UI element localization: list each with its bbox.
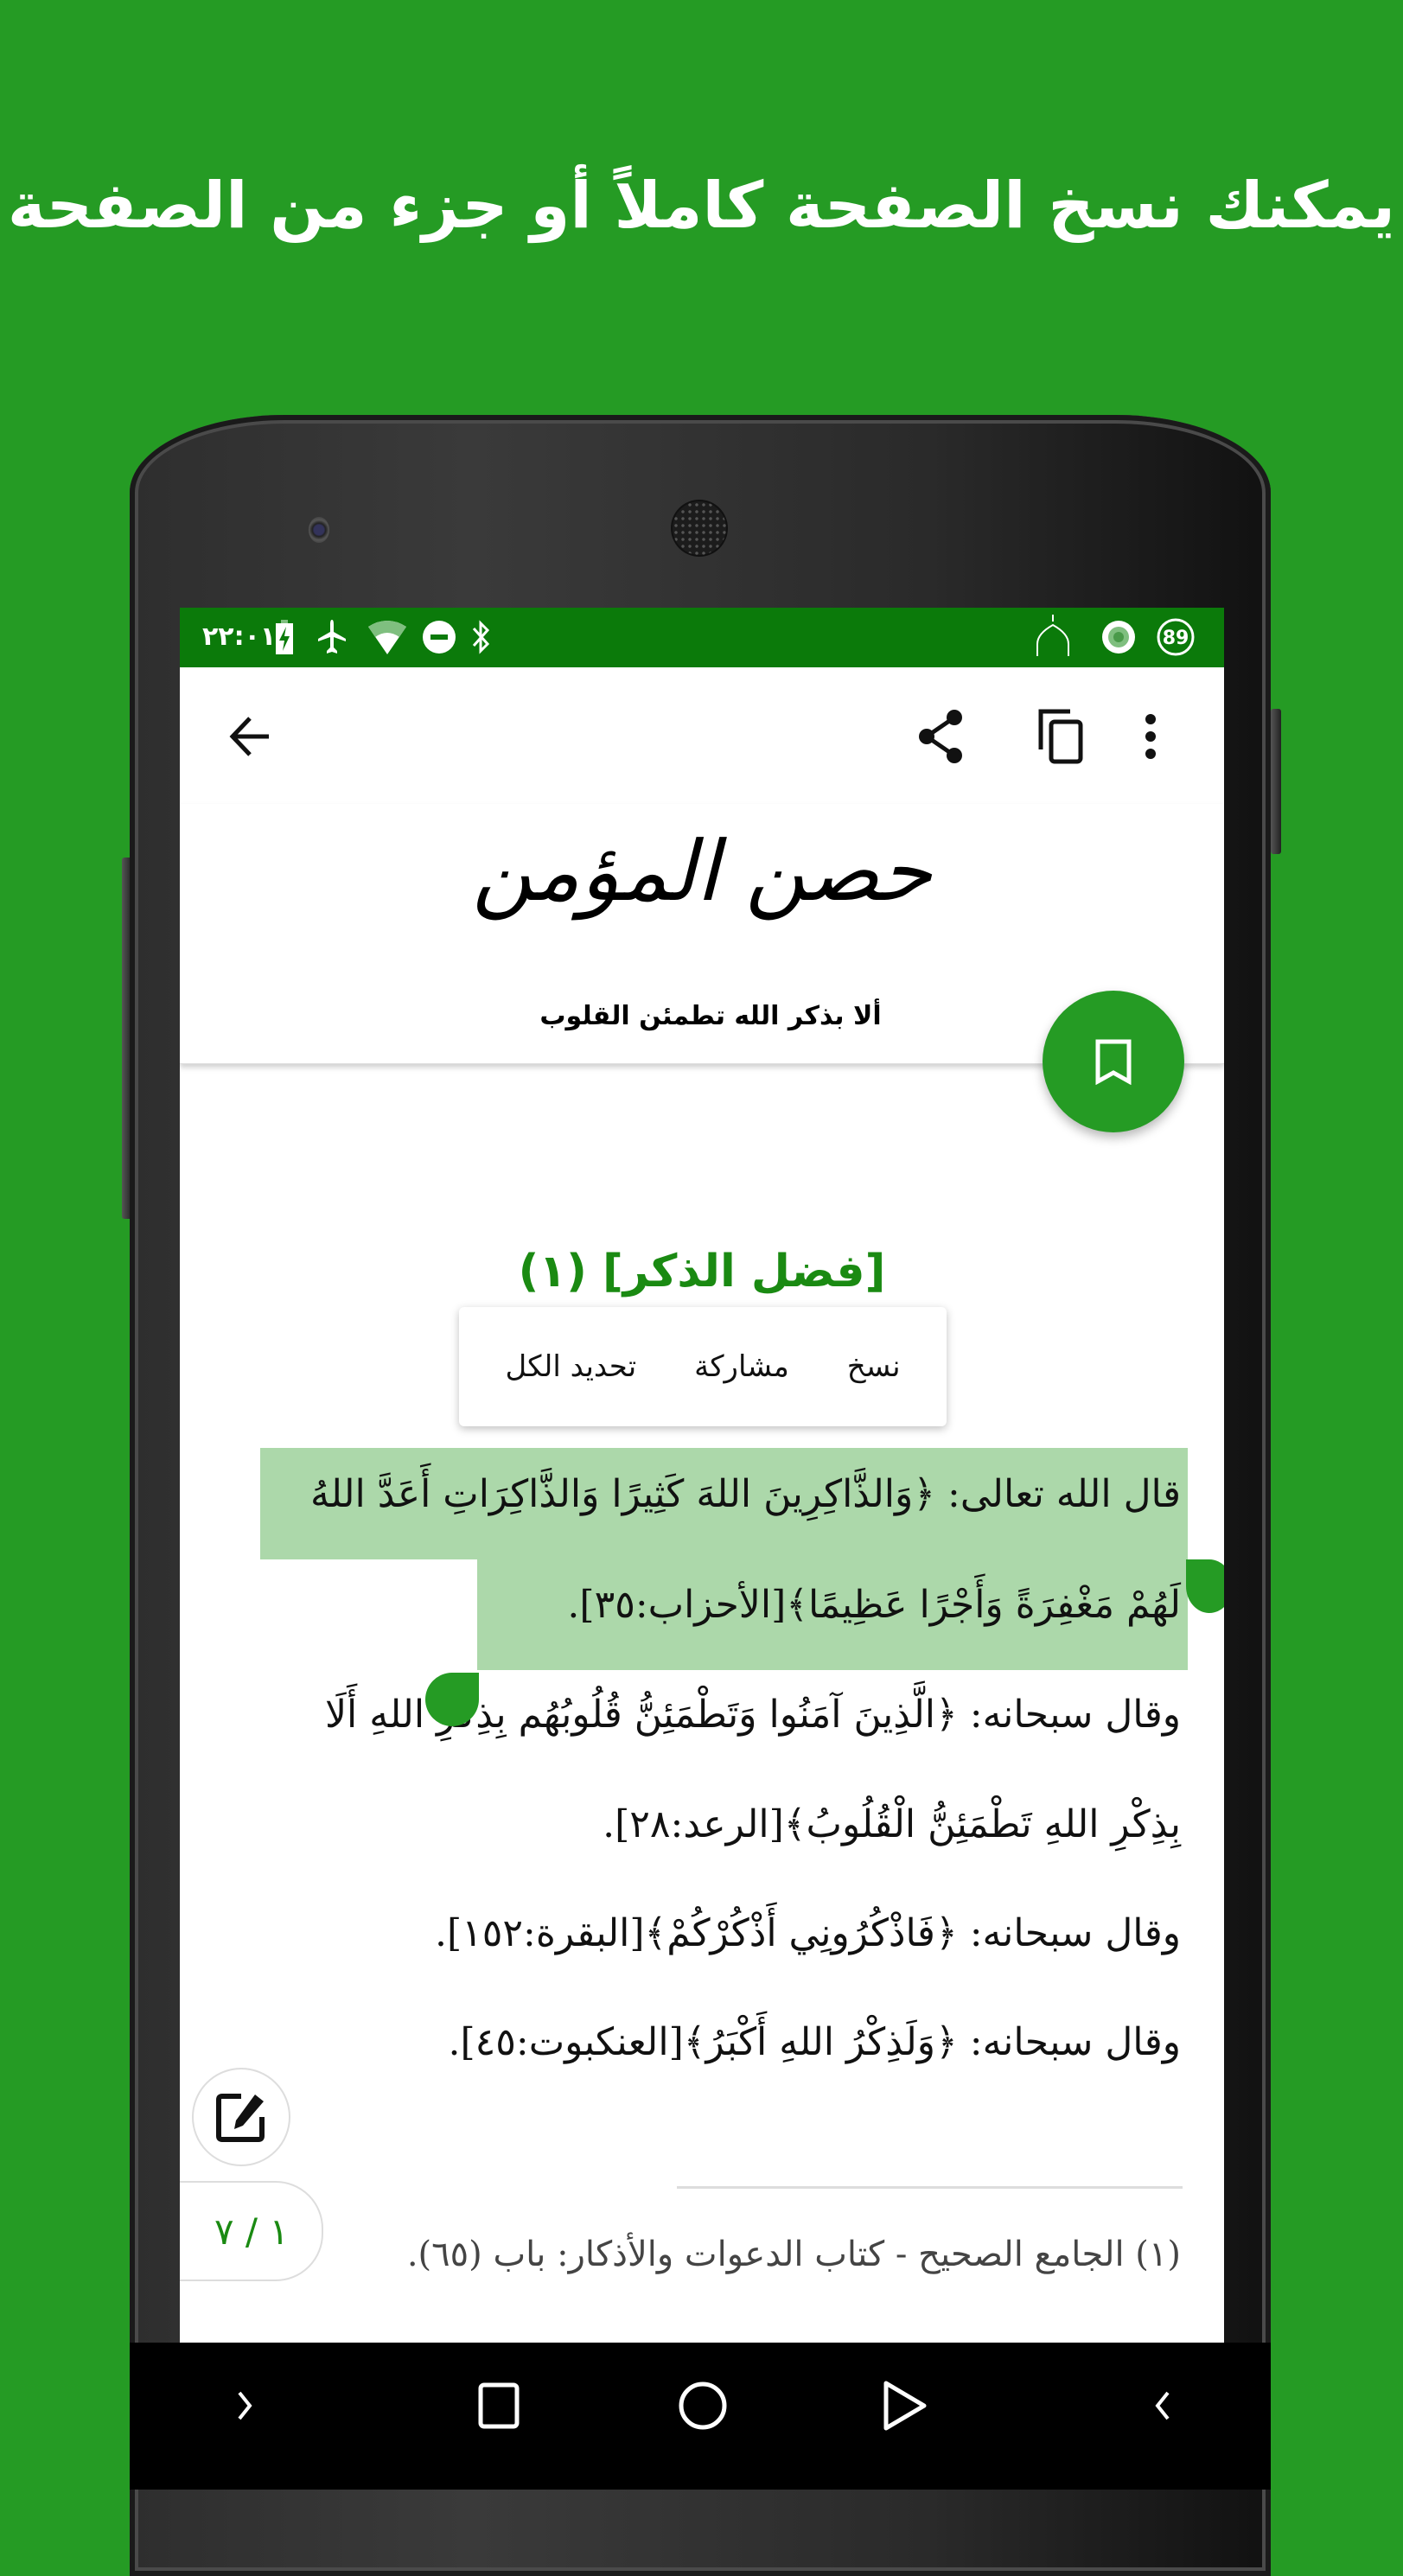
text-line[interactable]: وقال سبحانه: ﴿فَاذْكُرُونِي أَذْكُرْكُمْ… [435, 1911, 1181, 1955]
chevron-left-icon [1155, 2391, 1170, 2420]
text-line[interactable]: لَهُمْ مَغْفِرَةً وَأَجْرًا عَظِيمًا﴾[ال… [567, 1583, 1181, 1627]
nav-back-chevron-button[interactable] [1124, 2367, 1202, 2445]
text-line[interactable]: وقال سبحانه: ﴿وَلَذِكْرُ اللهِ أَكْبَرُ﴾… [448, 2020, 1181, 2064]
text-line[interactable]: بِذِكْرِ اللهِ تَطْمَئِنُّ الْقُلُوبُ﴾[ا… [603, 1802, 1181, 1846]
bookmark-button[interactable] [1043, 991, 1184, 1132]
text-line[interactable]: قال الله تعالى: ﴿وَالذَّاكِرِينَ اللهَ ك… [310, 1472, 1181, 1516]
navigation-bar [130, 2343, 1271, 2490]
chevron-right-icon [238, 2391, 252, 2420]
more-vert-icon [1145, 714, 1156, 759]
airplane-mode-icon [316, 620, 348, 654]
text-selection-menu: تحديد الكل مشاركة نسخ [459, 1307, 947, 1426]
more-options-button[interactable] [1116, 702, 1185, 771]
notification-count: 89 [1163, 628, 1189, 649]
power-button [1271, 709, 1281, 854]
back-button-nav[interactable] [866, 2367, 944, 2445]
home-icon [679, 2382, 727, 2430]
back-button[interactable] [216, 702, 285, 771]
selection-handle-end[interactable] [1186, 1559, 1224, 1613]
bookmark-icon [1095, 1039, 1132, 1085]
app-logo: حصن المؤمن [472, 823, 935, 920]
selection-handle-start[interactable] [425, 1673, 479, 1726]
copy-option[interactable]: نسخ [835, 1341, 913, 1393]
nav-forward-button[interactable] [206, 2367, 284, 2445]
share-option[interactable]: مشاركة [682, 1341, 801, 1393]
phone-screen: ٢٢:٠١ 89 حصن المؤمن ألا بذكر الله تطمئن … [180, 608, 1224, 2343]
do-not-disturb-icon [422, 620, 456, 654]
section-title: [فضل الذكر] (١) [518, 1246, 886, 1298]
footnote-divider [677, 2186, 1183, 2189]
wifi-icon [368, 620, 406, 654]
record-icon [1101, 620, 1136, 654]
bluetooth-icon [472, 620, 491, 654]
notification-count-icon: 89 [1157, 618, 1195, 656]
share-icon [919, 710, 962, 763]
status-bar: ٢٢:٠١ 89 [180, 608, 1224, 667]
app-bar [180, 667, 1224, 804]
share-button[interactable] [906, 702, 975, 771]
footnote: (١) الجامع الصحيح - كتاب الدعوات والأذكا… [406, 2235, 1181, 2274]
copy-button[interactable] [1027, 702, 1096, 771]
recents-button[interactable] [460, 2367, 538, 2445]
edit-button[interactable] [192, 2068, 290, 2166]
back-triangle-icon [883, 2381, 927, 2431]
mosque-icon [1034, 615, 1072, 656]
battery-charging-icon [275, 620, 294, 654]
select-all-option[interactable]: تحديد الكل [493, 1341, 648, 1393]
promo-headline: يمكنك نسخ الصفحة كاملاً أو جزء من الصفحة [7, 169, 1396, 243]
home-button[interactable] [664, 2367, 742, 2445]
edit-note-icon [216, 2094, 265, 2142]
page-indicator[interactable]: ١ / ٧ [180, 2181, 323, 2281]
copy-icon [1038, 709, 1083, 764]
status-time: ٢٢:٠١ [202, 622, 277, 652]
front-camera [309, 517, 329, 543]
earpiece-speaker [673, 501, 726, 555]
arrow-back-icon [229, 717, 269, 756]
recents-icon [478, 2382, 520, 2429]
